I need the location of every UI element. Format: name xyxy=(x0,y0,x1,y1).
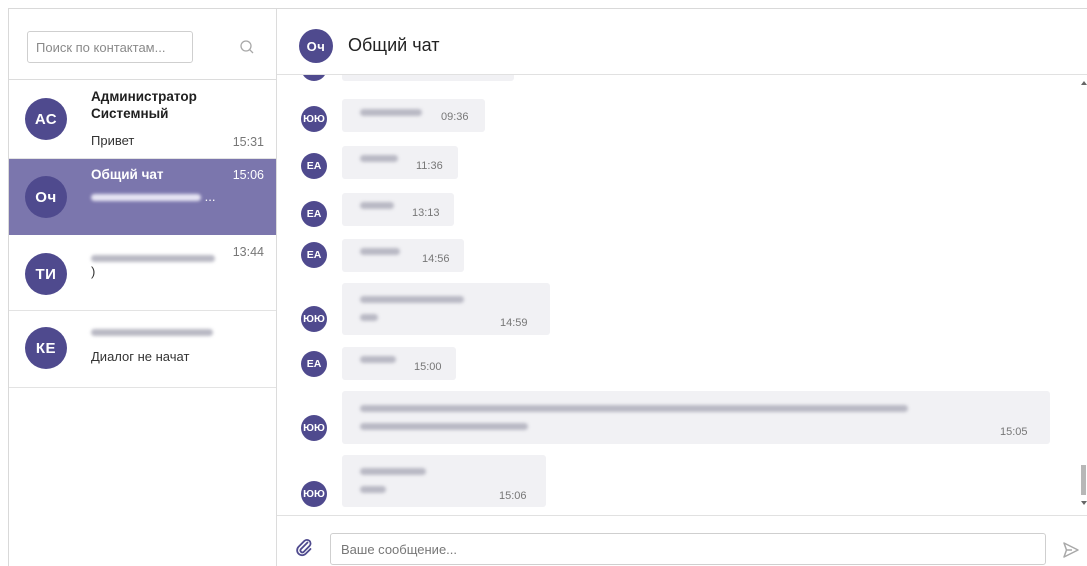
search-icon[interactable] xyxy=(237,37,257,57)
chat-avatar: Оч xyxy=(299,29,333,63)
message-partial xyxy=(277,75,1067,85)
message-field[interactable] xyxy=(330,533,1046,565)
message: ЕА 14:56 xyxy=(277,239,1067,275)
scroll-up-icon[interactable] xyxy=(1081,81,1087,85)
message-list[interactable]: ЮЮ 09:36 ЕА 11:36 ЕА 13:13 ЕА 14:56 ЮЮ 1… xyxy=(277,75,1087,515)
message-bubble: 15:05 xyxy=(342,391,1050,444)
message: ЕА 13:13 xyxy=(277,193,1067,229)
message-bubble: 09:36 xyxy=(342,99,485,132)
chat-title: Общий чат xyxy=(348,35,440,55)
message-time: 15:05 xyxy=(1000,426,1028,438)
chat-header: Оч Общий чат xyxy=(277,9,1087,75)
message-avatar: ЕА xyxy=(301,242,327,268)
contact-name-redacted xyxy=(91,323,213,340)
message-avatar xyxy=(301,75,327,81)
message: ЮЮ 09:36 xyxy=(277,99,1067,135)
message-avatar: ЕА xyxy=(301,201,327,227)
search-field[interactable] xyxy=(27,31,193,63)
contact-name-redacted xyxy=(91,249,215,266)
message: ЕА 15:00 xyxy=(277,347,1067,383)
message-bubble: 15:06 xyxy=(342,455,546,507)
contacts-sidebar: АС Администратор Системный Привет 15:31 … xyxy=(9,9,277,566)
message-bubble: 13:13 xyxy=(342,193,454,226)
message-bubble: 14:56 xyxy=(342,239,464,272)
send-icon[interactable] xyxy=(1062,541,1080,559)
message-time: 14:56 xyxy=(422,253,450,265)
message-time: 13:13 xyxy=(412,207,440,219)
contact-last-message: Привет xyxy=(91,133,135,148)
message-avatar: ЕА xyxy=(301,351,327,377)
avatar: Оч xyxy=(25,176,67,218)
contact-name: Администратор Системный xyxy=(91,89,197,121)
message-avatar: ЮЮ xyxy=(301,481,327,507)
avatar: КЕ xyxy=(25,327,67,369)
scrollbar-thumb[interactable] xyxy=(1081,465,1086,495)
contact-item-administrator[interactable]: АС Администратор Системный Привет 15:31 xyxy=(9,80,276,159)
contact-time: 15:06 xyxy=(232,168,264,182)
contact-name: Общий чат xyxy=(91,167,164,182)
search-input[interactable] xyxy=(28,32,192,62)
message-time: 09:36 xyxy=(441,111,469,123)
message-time: 15:06 xyxy=(499,490,527,502)
message-input[interactable] xyxy=(331,534,1045,564)
contact-item-general-chat[interactable]: Оч Общий чат 15:06 ... xyxy=(9,159,276,235)
message-composer xyxy=(277,515,1087,566)
message: ЮЮ 15:06 xyxy=(277,455,1067,511)
contact-time: 15:31 xyxy=(232,135,264,149)
avatar: ТИ xyxy=(25,253,67,295)
message-avatar: ЮЮ xyxy=(301,415,327,441)
avatar: АС xyxy=(25,98,67,140)
message-avatar: ЕА xyxy=(301,153,327,179)
paperclip-icon[interactable] xyxy=(293,536,315,558)
contact-item-ke[interactable]: КЕ Диалог не начат xyxy=(9,311,276,388)
message-time: 14:59 xyxy=(500,317,528,329)
message-time: 11:36 xyxy=(416,160,443,172)
contact-last-message-redacted: ... xyxy=(91,189,215,204)
message-bubble: 14:59 xyxy=(342,283,550,335)
message-scrollbar[interactable] xyxy=(1080,75,1087,515)
scroll-down-icon[interactable] xyxy=(1081,501,1087,505)
message: ЮЮ 15:05 xyxy=(277,391,1067,447)
contact-last-message: ) xyxy=(91,264,96,279)
contact-item-ti[interactable]: ТИ 13:44 ) xyxy=(9,235,276,311)
message-bubble: 11:36 xyxy=(342,146,458,179)
message-avatar: ЮЮ xyxy=(301,306,327,332)
message-bubble xyxy=(342,75,514,81)
message: ЕА 11:36 xyxy=(277,146,1067,182)
ellipsis: ... xyxy=(201,189,216,204)
message: ЮЮ 14:59 xyxy=(277,283,1067,337)
contact-last-message: Диалог не начат xyxy=(91,349,190,364)
contact-time: 13:44 xyxy=(232,245,264,259)
message-bubble: 15:00 xyxy=(342,347,456,380)
chat-panel: Оч Общий чат ЮЮ 09:36 ЕА 11:36 ЕА 13:13 … xyxy=(277,9,1087,566)
message-avatar: ЮЮ xyxy=(301,106,327,132)
messenger-window: АС Администратор Системный Привет 15:31 … xyxy=(8,8,1087,566)
message-time: 15:00 xyxy=(414,361,442,373)
